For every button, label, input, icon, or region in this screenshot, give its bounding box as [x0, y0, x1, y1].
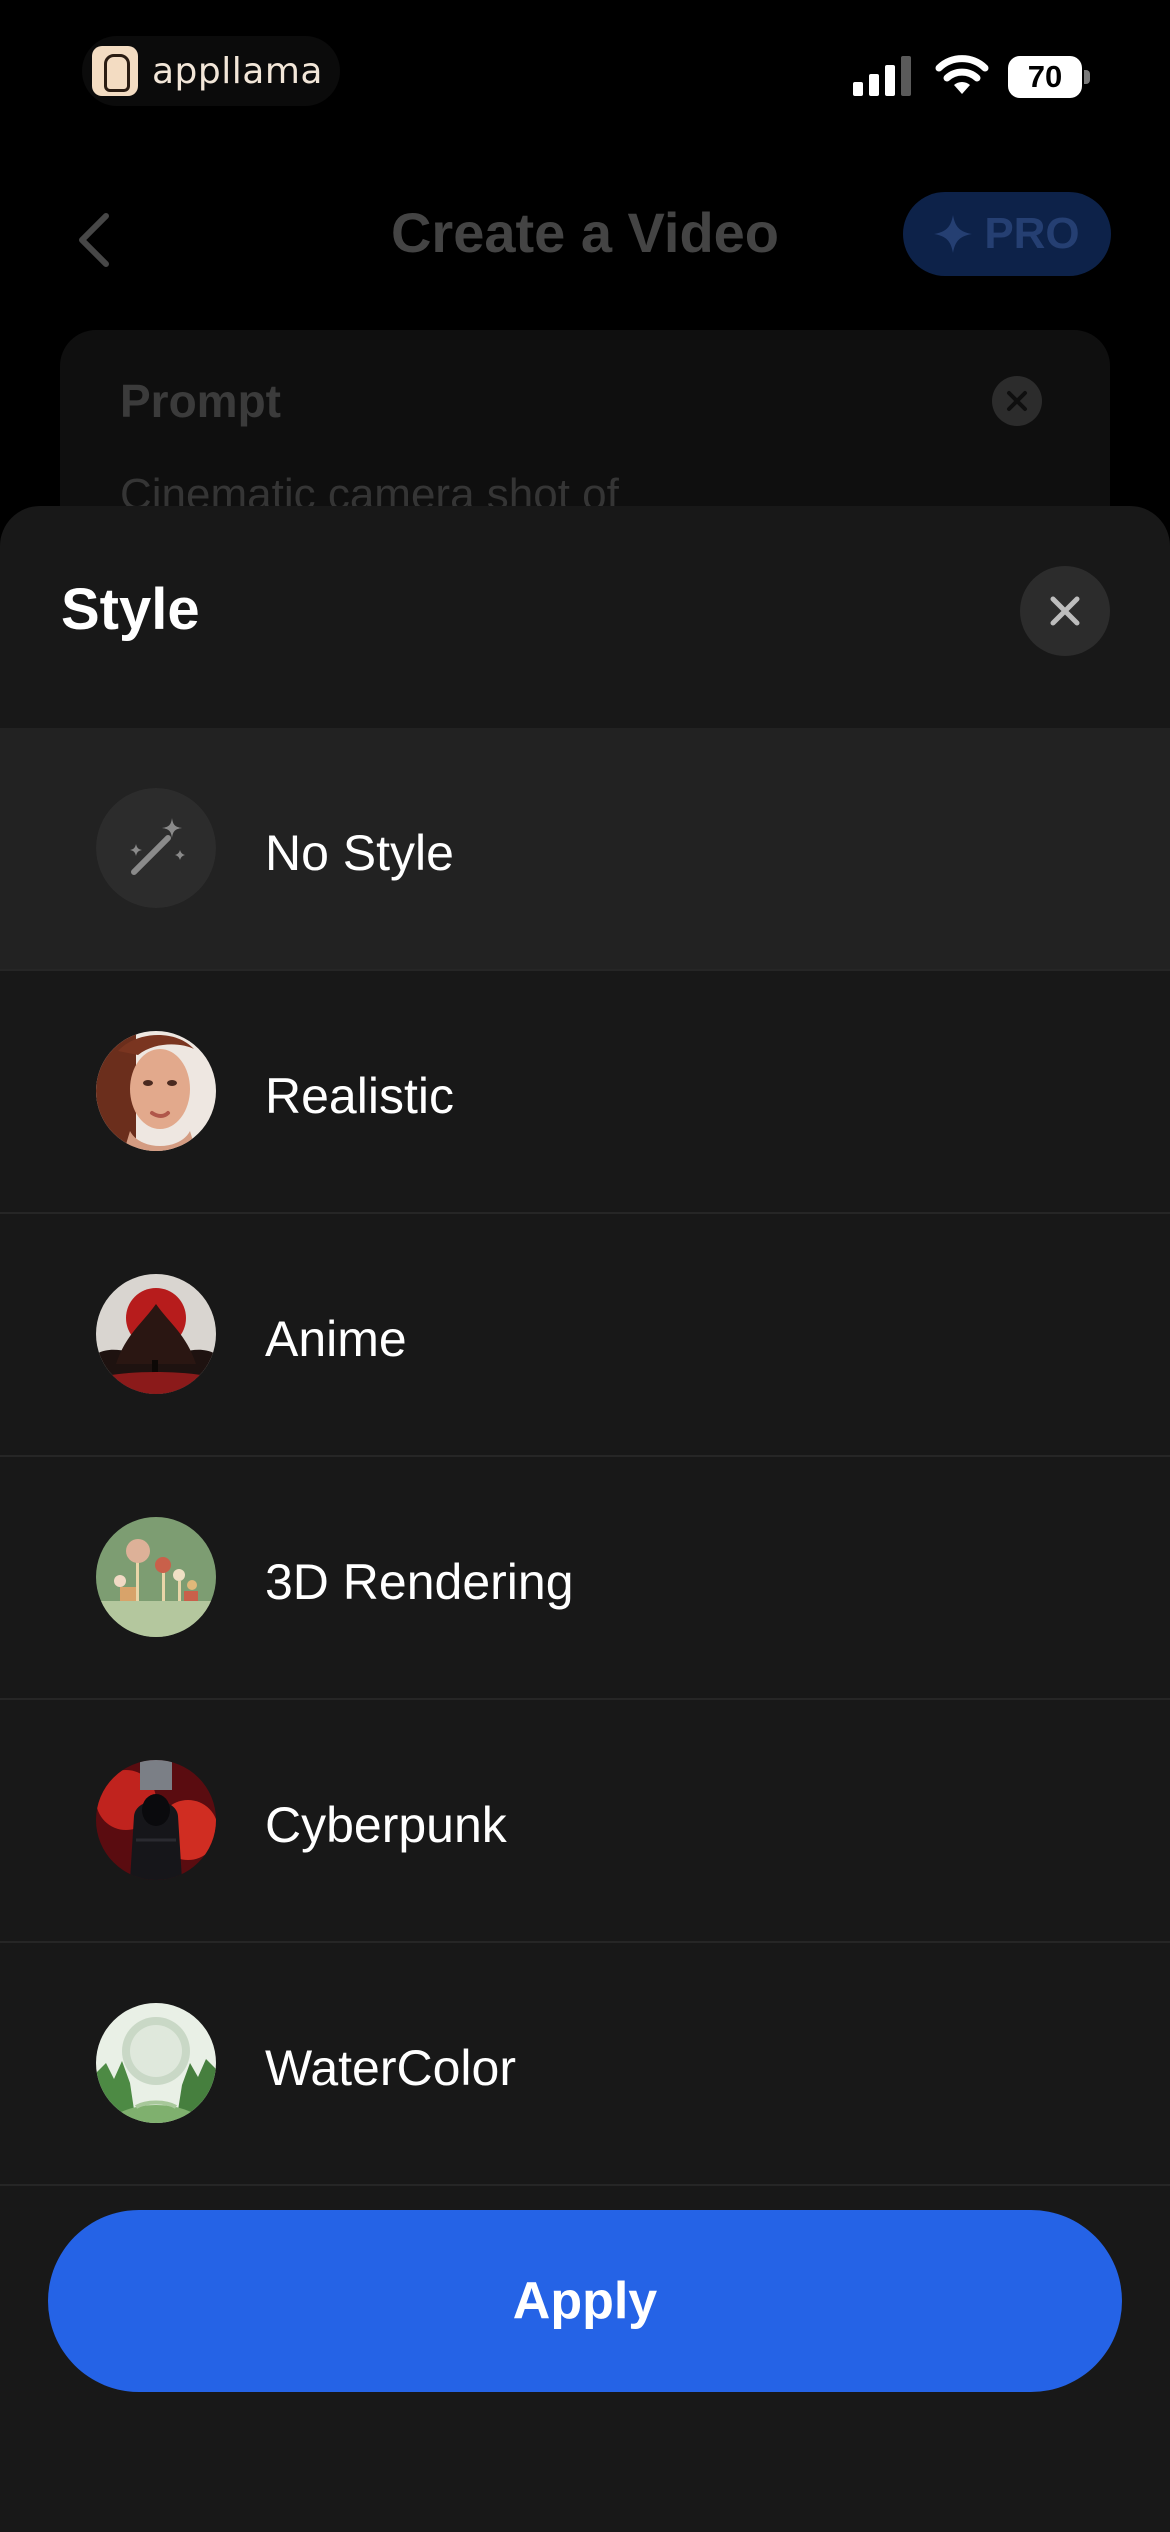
llama-logo-icon [92, 46, 138, 96]
close-icon [1050, 596, 1080, 626]
style-label: Cyberpunk [265, 1797, 507, 1853]
close-button[interactable] [1020, 566, 1110, 656]
style-option-cyberpunk[interactable]: Cyberpunk [0, 1700, 1170, 1943]
style-option-no-style[interactable]: No Style [0, 728, 1170, 971]
battery-level: 70 [1027, 59, 1063, 94]
style-option-watercolor[interactable]: WaterColor [0, 1943, 1170, 2186]
style-option-anime[interactable]: Anime [0, 1214, 1170, 1457]
sparkle-icon [934, 215, 973, 253]
cyberpunk-thumbnail [96, 1760, 216, 1880]
pro-button[interactable]: PRO [903, 192, 1111, 276]
sheet-title: Style [61, 577, 200, 642]
3d-rendering-thumbnail [96, 1517, 216, 1637]
signal-icon [853, 56, 911, 96]
wifi-icon [935, 55, 989, 94]
style-option-3d-rendering[interactable]: 3D Rendering [0, 1457, 1170, 1700]
battery-icon: 70 [1008, 56, 1090, 98]
magic-wand-icon [96, 788, 216, 908]
pro-label: PRO [984, 209, 1080, 258]
style-label: WaterColor [265, 2040, 516, 2096]
clear-icon[interactable] [992, 376, 1042, 426]
brand-badge: appllama [82, 36, 340, 106]
apply-label: Apply [512, 2272, 658, 2330]
prompt-label: Prompt [120, 375, 281, 427]
status-bar: appllama 70 [0, 0, 1170, 150]
style-label: No Style [265, 825, 454, 881]
style-option-realistic[interactable]: Realistic [0, 971, 1170, 1214]
brand-name: appllama [152, 50, 323, 92]
style-sheet: Style No Style Realistic Anime 3D Render… [0, 506, 1170, 2532]
style-label: Realistic [265, 1068, 454, 1124]
apply-button[interactable]: Apply [48, 2210, 1122, 2392]
create-video-page: Create a Video PRO Prompt Cinematic came… [0, 150, 1170, 590]
anime-thumbnail [96, 1274, 216, 1394]
style-label: Anime [265, 1311, 407, 1367]
portrait-thumbnail [96, 1031, 216, 1151]
style-list: No Style Realistic Anime 3D Rendering Cy… [0, 728, 1170, 2186]
watercolor-thumbnail [96, 2003, 216, 2123]
style-label: 3D Rendering [265, 1554, 574, 1610]
sheet-header: Style [0, 506, 1170, 728]
